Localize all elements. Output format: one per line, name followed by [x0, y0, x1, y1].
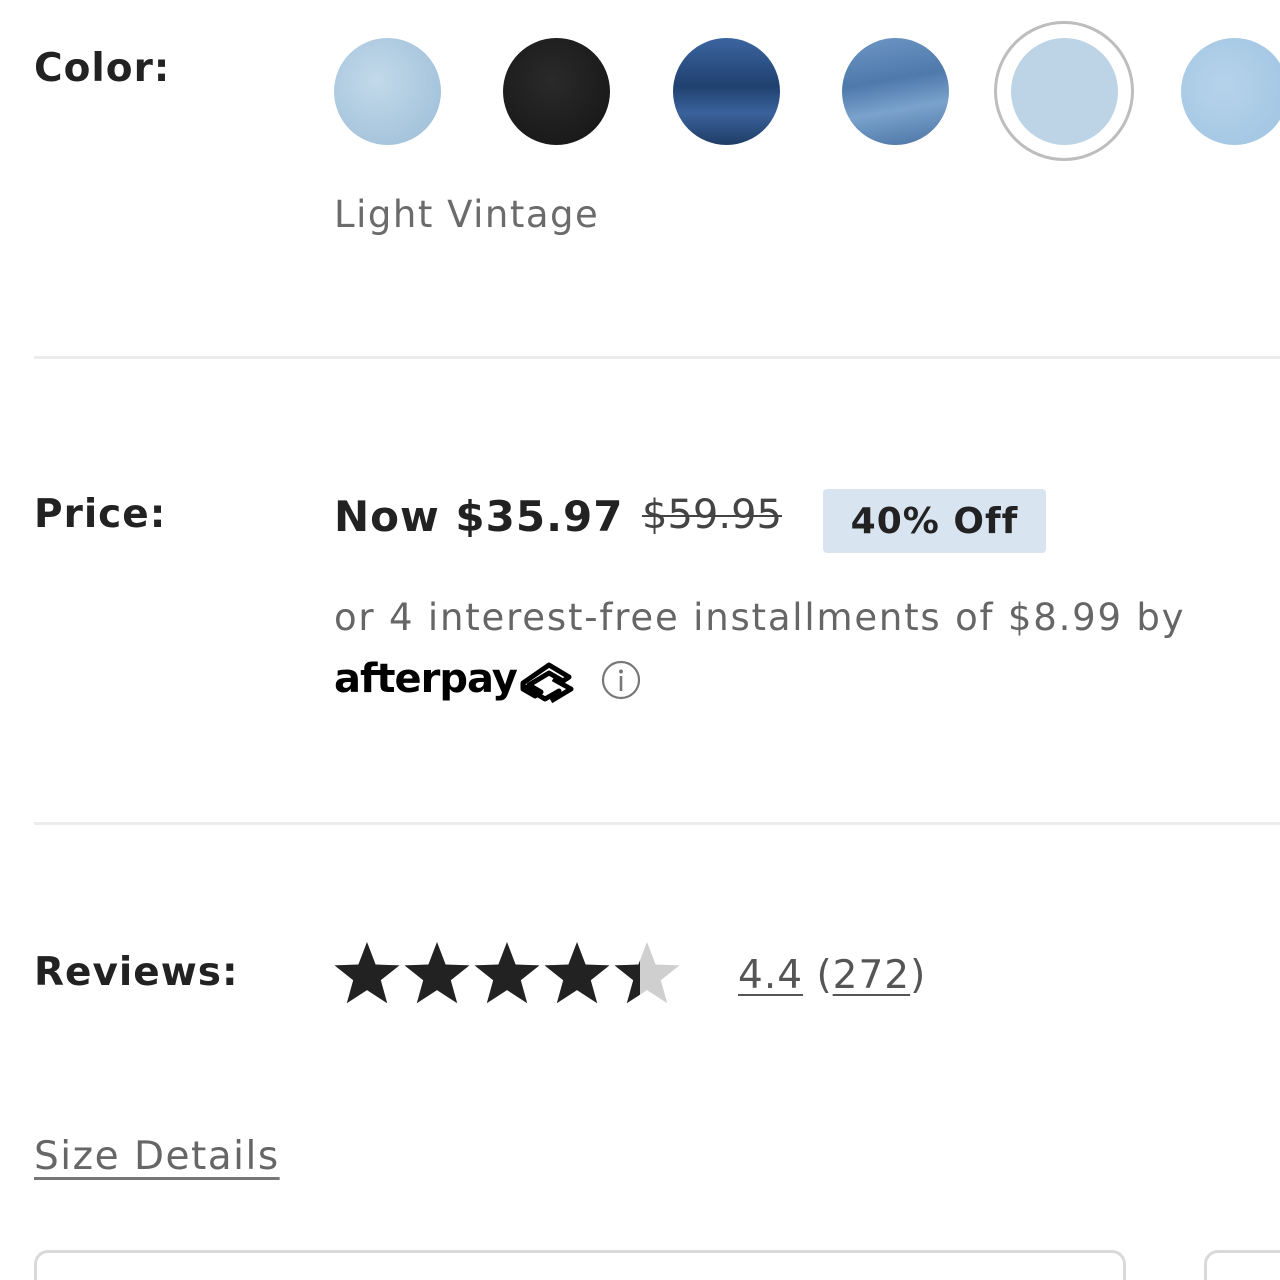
reviews-label: Reviews: [34, 950, 239, 995]
star-filled-icon [474, 942, 540, 1004]
review-count[interactable]: 272 [833, 953, 910, 998]
review-count-close-paren: ) [910, 953, 927, 998]
swatch-dark-wash[interactable] [673, 38, 780, 145]
product-details-page: Color: Light Vintage Price: Now $35.97 $… [0, 0, 1280, 1280]
star-filled-icon [334, 942, 400, 1004]
reviews-link[interactable]: 4.4 (272) [738, 953, 926, 998]
afterpay-logo: afterpay [334, 655, 575, 703]
size-details-link[interactable]: Size Details [34, 1134, 280, 1179]
afterpay-wordmark: afterpay [334, 656, 518, 702]
review-count-open-paren: ( [816, 953, 833, 998]
rating-value[interactable]: 4.4 [738, 953, 803, 998]
swatch-light-vintage[interactable] [1011, 38, 1118, 145]
installments-text: or 4 interest-free installments of $8.99… [334, 596, 1186, 639]
selected-color-name: Light Vintage [334, 193, 600, 236]
afterpay-arrows-icon [520, 662, 574, 703]
swatch-black[interactable] [503, 38, 610, 145]
divider [34, 356, 1280, 359]
size-option-box[interactable] [1204, 1250, 1280, 1280]
discount-badge: 40% Off [823, 489, 1046, 553]
sale-price: Now $35.97 [334, 492, 624, 541]
star-rating [332, 940, 682, 1008]
star-partial-icon [614, 942, 680, 1004]
original-price: $59.95 [642, 492, 782, 538]
divider [34, 822, 1280, 825]
size-option-box[interactable] [34, 1250, 1126, 1280]
star-filled-icon [544, 942, 610, 1004]
info-icon[interactable] [601, 660, 641, 700]
swatch-light-wash[interactable] [334, 38, 441, 145]
swatch-medium-wash[interactable] [842, 38, 949, 145]
price-label: Price: [34, 492, 167, 537]
color-label: Color: [34, 46, 171, 91]
star-filled-icon [404, 942, 470, 1004]
swatch-sky-wash[interactable] [1181, 38, 1280, 145]
